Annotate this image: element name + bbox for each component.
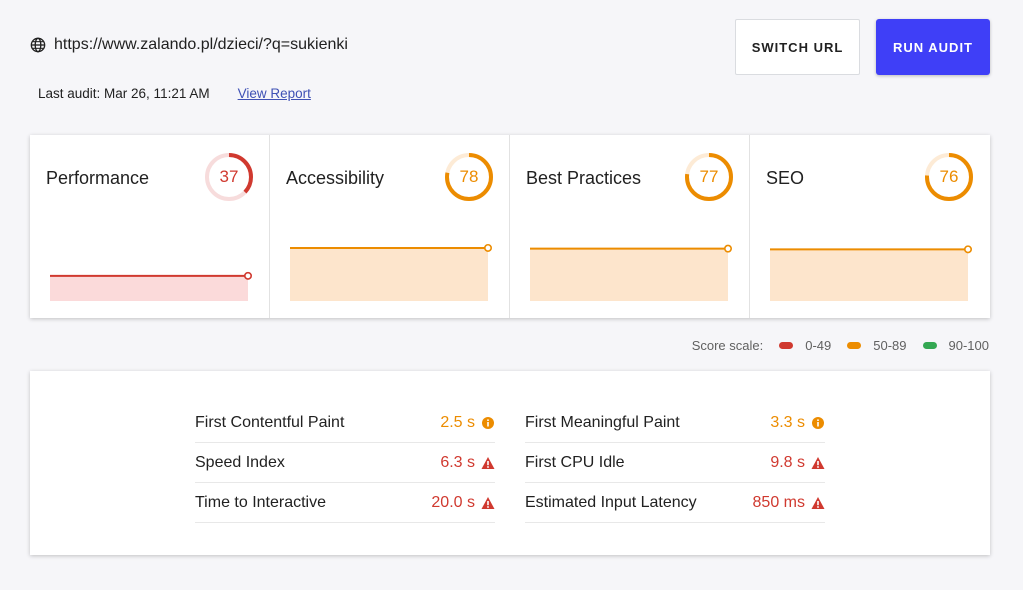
trend-point	[484, 243, 493, 252]
last-audit-timestamp: Last audit: Mar 26, 11:21 AM	[38, 86, 210, 101]
category-title: Best Practices	[526, 168, 642, 188]
category-card-seo[interactable]: SEO 76	[750, 135, 990, 318]
metrics-column-right: First Meaningful Paint 3.3 s First CPU I…	[525, 403, 825, 523]
view-report-link[interactable]: View Report	[238, 86, 311, 101]
metric-value: 9.8 s	[770, 453, 805, 471]
trend-area	[530, 248, 728, 301]
score-gauge: 37	[203, 151, 255, 203]
warning-triangle-icon	[481, 496, 495, 509]
warning-triangle-icon	[811, 456, 825, 469]
metric-label: Speed Index	[195, 453, 285, 471]
metric-label: First CPU Idle	[525, 453, 625, 471]
category-title: Performance	[46, 168, 150, 188]
score-gauge: 78	[443, 151, 495, 203]
score-trend-chart	[290, 243, 493, 301]
metric-row: First Meaningful Paint 3.3 s	[525, 403, 825, 443]
scale-average-range: 50-89	[873, 338, 907, 353]
metric-row: First Contentful Paint 2.5 s	[195, 403, 495, 443]
category-card-accessibility[interactable]: Accessibility 78	[270, 135, 510, 318]
warning-triangle-icon	[811, 496, 825, 509]
metric-row: First CPU Idle 9.8 s	[525, 443, 825, 483]
metric-label: Time to Interactive	[195, 493, 327, 511]
category-title: Accessibility	[286, 168, 385, 188]
run-audit-button[interactable]: RUN AUDIT	[876, 19, 990, 75]
scale-pass-swatch	[922, 342, 937, 349]
score-value: 37	[219, 167, 239, 186]
warning-triangle-icon	[481, 456, 495, 469]
category-card-best-practices[interactable]: Best Practices 77	[510, 135, 750, 318]
trend-area	[290, 247, 488, 301]
category-title: SEO	[766, 168, 805, 188]
scale-fail-swatch	[779, 342, 794, 349]
metric-value: 3.3 s	[770, 413, 805, 431]
score-cards: Performance 37 Accessibility 78 Best Pra…	[30, 135, 990, 318]
score-gauge: 77	[683, 151, 735, 203]
category-card-performance[interactable]: Performance 37	[30, 135, 270, 318]
scale-pass-range: 90-100	[948, 338, 989, 353]
metric-value: 6.3 s	[440, 453, 475, 471]
score-gauge: 76	[923, 151, 975, 203]
url-display: https://www.zalando.pl/dzieci/?q=sukienk…	[30, 36, 348, 54]
score-scale-legend: Score scale: 0-49 50-89 90-100	[692, 338, 989, 353]
info-circle-icon	[812, 416, 824, 429]
metric-value: 850 ms	[752, 493, 805, 511]
trend-point	[244, 271, 253, 280]
metric-label: Estimated Input Latency	[525, 493, 697, 511]
metrics-column-left: First Contentful Paint 2.5 s Speed Index…	[195, 403, 495, 523]
score-value: 77	[699, 167, 719, 186]
trend-point	[964, 245, 973, 254]
info-circle-icon	[482, 416, 494, 429]
score-value: 78	[459, 167, 479, 186]
globe-icon	[30, 37, 46, 53]
metric-value: 2.5 s	[440, 413, 475, 431]
scale-fail-range: 0-49	[805, 338, 832, 353]
trend-point	[724, 244, 733, 253]
score-trend-chart	[530, 244, 733, 301]
score-trend-chart	[770, 245, 973, 301]
scale-average-swatch	[847, 342, 862, 349]
metrics-panel: First Contentful Paint 2.5 s Speed Index…	[30, 371, 990, 555]
score-value: 76	[939, 167, 959, 186]
metric-label: First Contentful Paint	[195, 413, 345, 431]
metric-row: Time to Interactive 20.0 s	[195, 483, 495, 523]
audit-meta: Last audit: Mar 26, 11:21 AM View Report	[38, 86, 311, 101]
score-trend-chart	[50, 271, 253, 301]
metric-row: Estimated Input Latency 850 ms	[525, 483, 825, 523]
metric-label: First Meaningful Paint	[525, 413, 680, 431]
score-scale-label: Score scale:	[691, 338, 764, 353]
switch-url-button[interactable]: SWITCH URL	[735, 19, 860, 75]
metric-value: 20.0 s	[431, 493, 475, 511]
trend-area	[50, 275, 248, 301]
trend-area	[770, 249, 968, 301]
metric-row: Speed Index 6.3 s	[195, 443, 495, 483]
audited-url: https://www.zalando.pl/dzieci/?q=sukienk…	[54, 36, 348, 53]
